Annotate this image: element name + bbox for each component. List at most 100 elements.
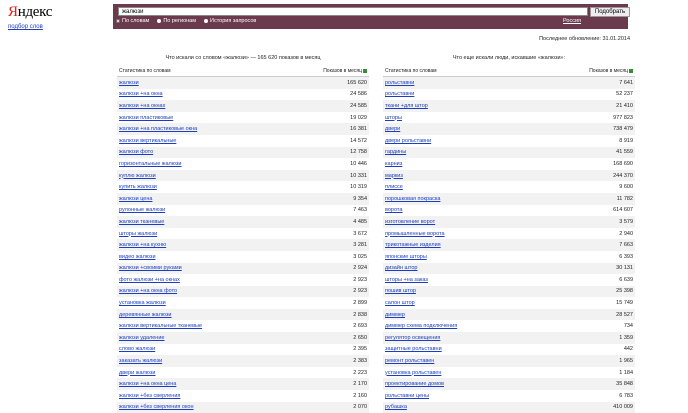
mode-by-words[interactable]: По словам [116,18,149,24]
keyword-link[interactable]: двери рольставни [385,138,431,144]
keyword-link[interactable]: жалюзи +без сверления [119,393,180,399]
keyword-link[interactable]: жалюзи +на пластиковые окна [119,126,197,132]
shows-count: 16 381 [350,126,367,133]
keyword-link[interactable]: трикотажные изделия [385,242,441,248]
keyword-link[interactable]: шторы жалюзи [119,231,157,237]
keyword-link[interactable]: установка жалюзи [119,300,166,306]
keyword-link[interactable]: жалюзи +на окна фото [119,288,177,294]
shows-count: 52 237 [616,91,633,98]
keyword-link[interactable]: шторы +на заказ [385,277,428,283]
keyword-link[interactable]: салон штор [385,300,415,306]
table-row: маркиз 244 370 [383,169,635,182]
table-row: жалюзи тканевые 4 485 [117,216,369,228]
keyword-link[interactable]: двери [385,126,400,132]
keyword-link[interactable]: видео жалюзи [119,254,156,260]
table-row: шторы жалюзи 3 672 [117,228,369,240]
keyword-link[interactable]: купить жалюзи [119,184,157,190]
keyword-link[interactable]: шторы [385,115,402,121]
submit-button[interactable]: Подобрать [590,7,630,17]
excel-icon[interactable] [363,68,367,73]
keyword-link[interactable]: жалюзи +на окна [119,91,163,97]
keyword-link[interactable]: заказать жалюзи [119,358,162,364]
keyword-link[interactable]: жалюзи вертикальные тканевые [119,323,202,329]
keyword-link[interactable]: проектирование домов [385,381,444,387]
logo-rest: ндекс [17,4,53,20]
table-row: регулятор освещения 1 359 [383,332,635,344]
wordstat-link[interactable]: подбор слов [8,24,43,30]
keyword-link[interactable]: рольставни [385,80,414,86]
keyword-link[interactable]: жалюзи +своими руками [119,265,182,271]
shows-count: 2 899 [353,300,367,307]
table-row: дизайн штор 30 131 [383,262,635,275]
table-row: видео жалюзи 3 025 [117,251,369,263]
table-row: слово жалюзи 2 395 [117,344,369,356]
yandex-logo[interactable]: Яндекс [8,4,52,21]
keyword-link[interactable]: рольставни [385,91,414,97]
shows-count: 11 782 [616,195,633,202]
keyword-link[interactable]: жалюзи +на окна цена [119,381,176,387]
keyword-link[interactable]: двери жалюзи [119,370,155,376]
keyword-link[interactable]: гардины [385,149,406,155]
keyword-link[interactable]: установка рольставен [385,370,441,376]
keyword-link[interactable]: регулятор освещения [385,335,440,341]
keyword-link[interactable]: диммер [385,312,405,318]
keyword-link[interactable]: маркиз [385,173,403,179]
mode-history[interactable]: История запросов [204,18,256,24]
table-row: трикотажные изделия 7 663 [383,239,635,251]
keyword-link[interactable]: ворота [385,207,402,213]
keyword-link[interactable]: ремонт рольставен [385,358,434,364]
keyword-link[interactable]: жалюзи +на окнах [119,103,165,109]
shows-count: 3 579 [619,218,633,225]
shows-count: 410 009 [613,404,633,411]
keyword-link[interactable]: японские шторы [385,254,427,260]
right-table-body: рольставни 7 641 рольставни 52 237 ткани +дл… [383,77,635,413]
keyword-link[interactable]: промышленные ворота [385,231,445,237]
keyword-link[interactable]: жалюзи цена [119,196,152,202]
col-shows: Показов в месяц [323,68,367,74]
keyword-link[interactable]: дизайн штор [385,265,418,271]
keyword-link[interactable]: жалюзи вертикальные [119,138,176,144]
keyword-link[interactable]: карниз [385,161,402,167]
shows-count: 6 393 [619,253,633,260]
shows-count: 442 [623,346,633,353]
keyword-link[interactable]: жалюзи тканевые [119,219,164,225]
keyword-link[interactable]: защитные рольставни [385,346,442,352]
keyword-link[interactable]: куплю жалюзи [119,173,156,179]
keyword-link[interactable]: изготовление ворот [385,219,435,225]
keyword-link[interactable]: жалюзи +без сверления окон [119,404,194,410]
keyword-link[interactable]: жалюзи пластиковые [119,115,173,121]
region-link[interactable]: Россия [563,18,581,24]
table-row: шторы 977 823 [383,112,635,124]
keyword-link[interactable]: рулонные жалюзи [119,207,165,213]
shows-count: 7 663 [619,242,633,249]
table-row: жалюзи пластиковые 19 029 [117,112,369,124]
shows-count: 14 572 [350,137,367,144]
keyword-link[interactable]: пошив штор [385,288,416,294]
keyword-link[interactable]: жалюзи удаление [119,335,164,341]
table-row: установка рольставен 1 184 [383,367,635,379]
mode-by-regions[interactable]: По регионам [157,18,196,24]
keyword-link[interactable]: плиссе [385,184,403,190]
shows-count: 3 025 [353,253,367,260]
col-shows: Показов в месяц [589,68,633,74]
keyword-link[interactable]: рольставни цены [385,393,429,399]
keyword-link[interactable]: порошковая покраска [385,196,440,202]
keyword-link[interactable]: фото жалюзи +на окнах [119,277,180,283]
keyword-link[interactable]: горизонтальные жалюзи [119,161,181,167]
shows-count: 41 559 [616,149,633,156]
shows-count: 21 410 [616,102,633,109]
search-input[interactable]: жалюзи [118,7,588,16]
keyword-link[interactable]: рубашка [385,404,407,410]
shows-count: 1 965 [619,358,633,365]
keyword-link[interactable]: деревянные жалюзи [119,312,172,318]
keyword-link[interactable]: жалюзи +на кухню [119,242,166,248]
shows-count: 6 783 [619,392,633,399]
keyword-link[interactable]: жалюзи фото [119,149,153,155]
keyword-link[interactable]: ткани +для штор [385,103,428,109]
table-row: двери жалюзи 2 223 [117,367,369,379]
shows-count: 6 639 [619,276,633,283]
keyword-link[interactable]: жалюзи [119,80,139,86]
keyword-link[interactable]: слово жалюзи [119,346,155,352]
excel-icon[interactable] [629,68,633,73]
keyword-link[interactable]: диммер схема подключения [385,323,457,329]
